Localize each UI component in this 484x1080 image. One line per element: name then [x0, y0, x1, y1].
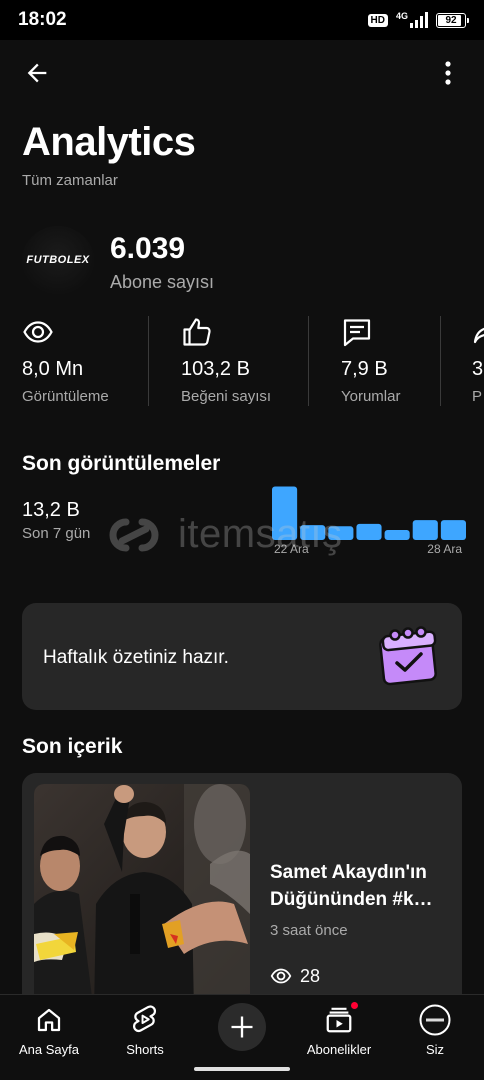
- share-icon: [473, 327, 484, 344]
- create-button[interactable]: [218, 1003, 266, 1051]
- nav-home[interactable]: Ana Sayfa: [1, 1003, 97, 1057]
- home-icon: [37, 1008, 61, 1032]
- views-bar-chart[interactable]: [272, 484, 466, 540]
- thumbs-up-icon: [183, 318, 211, 346]
- recent-views-value: 13,2 B: [22, 499, 80, 521]
- calendar-check-icon: [379, 626, 437, 686]
- nav-shorts[interactable]: Shorts: [97, 1003, 193, 1057]
- eye-icon: [23, 321, 53, 343]
- stat-label: Görüntüleme: [22, 388, 109, 405]
- recent-content-title: Son içerik: [22, 735, 123, 758]
- status-time: 18:02: [18, 9, 67, 30]
- subscriptions-icon: [326, 1007, 352, 1033]
- arrow-left-icon: [27, 63, 47, 83]
- status-icons: HD 4G 92: [367, 11, 469, 28]
- hd-badge: HD: [367, 13, 388, 27]
- stat-value: 103,2 B: [181, 358, 250, 380]
- chart-bar-23-ara: [300, 525, 326, 540]
- battery-level: 92: [445, 14, 457, 26]
- x-tick-label: 28 Ara: [427, 542, 462, 556]
- network-type: 4G: [395, 11, 408, 21]
- stats-row: 8,0 Mn Görüntüleme 103,2 B Beğeni sayısı…: [0, 312, 484, 410]
- profile-avatar-icon: [419, 1004, 451, 1036]
- chart-bar-22-ara: [272, 486, 298, 540]
- chart-bar-28-ara: [440, 520, 466, 540]
- stat-label: P: [472, 388, 483, 405]
- plus-icon: [231, 1016, 253, 1038]
- more-vert-icon: [445, 61, 451, 85]
- nav-label: Shorts: [126, 1042, 164, 1057]
- more-options-button[interactable]: [430, 56, 466, 90]
- subscriber-label: Abone sayısı: [110, 272, 215, 292]
- stat-label: Beğeni sayısı: [181, 388, 272, 405]
- stat-value: 7,9 B: [341, 358, 388, 380]
- video-time: 3 saat önce: [270, 922, 348, 939]
- nav-you[interactable]: Siz: [387, 1003, 483, 1057]
- back-button[interactable]: [20, 56, 54, 90]
- nav-label: Ana Sayfa: [19, 1042, 79, 1057]
- home-indicator[interactable]: [194, 1067, 290, 1071]
- watermark-logo-icon: [109, 518, 159, 551]
- chart-bar-24-ara: [328, 526, 354, 540]
- stat-value: 8,0 Mn: [22, 358, 84, 380]
- channel-avatar[interactable]: FUTBOLEX: [22, 226, 94, 294]
- chart-bar-25-ara: [356, 523, 382, 540]
- weekly-summary-card[interactable]: Haftalık özetiniz hazır.: [22, 603, 462, 710]
- video-views: 28: [270, 965, 320, 987]
- stat-value: 3: [472, 358, 484, 380]
- channel-logo-text: FUTBOLEX: [26, 254, 90, 266]
- stat-divider: [148, 316, 149, 406]
- shorts-icon: [133, 1005, 157, 1032]
- battery-icon: 92: [436, 12, 469, 28]
- subscriber-count: 6.039: [110, 232, 186, 265]
- recent-views-title: Son görüntülemeler: [22, 452, 221, 475]
- recent-views-period: Son 7 gün: [22, 525, 91, 542]
- chart-bar-26-ara: [384, 530, 410, 540]
- page-subtitle: Tüm zamanlar: [22, 172, 118, 189]
- nav-label: Siz: [425, 1042, 445, 1057]
- stat-divider: [308, 316, 309, 406]
- video-thumbnail[interactable]: [34, 784, 250, 1013]
- stat-divider: [440, 316, 441, 406]
- stat-label: Yorumlar: [341, 388, 401, 405]
- chart-bar-27-ara: [412, 520, 438, 540]
- recent-content-card[interactable]: Samet Akaydın'ın Düğününden #k… 3 saat ö…: [22, 773, 462, 1013]
- eye-icon: [270, 968, 292, 984]
- page-title: Analytics: [22, 120, 196, 164]
- notification-dot: [349, 1000, 360, 1011]
- nav-label: Abonelikler: [306, 1042, 372, 1057]
- video-view-count: 28: [300, 965, 321, 986]
- comment-icon: [343, 319, 371, 347]
- nav-subscriptions[interactable]: Abonelikler: [291, 1000, 387, 1057]
- status-bar: 18:02 HD 4G 92: [0, 0, 484, 40]
- signal-icon: [410, 12, 428, 28]
- video-title[interactable]: Samet Akaydın'ın Düğününden #k…: [270, 859, 450, 913]
- weekly-summary-text: Haftalık özetiniz hazır.: [43, 647, 229, 668]
- x-tick-label: 22 Ara: [274, 542, 309, 556]
- thumbnail-image: [34, 784, 250, 1013]
